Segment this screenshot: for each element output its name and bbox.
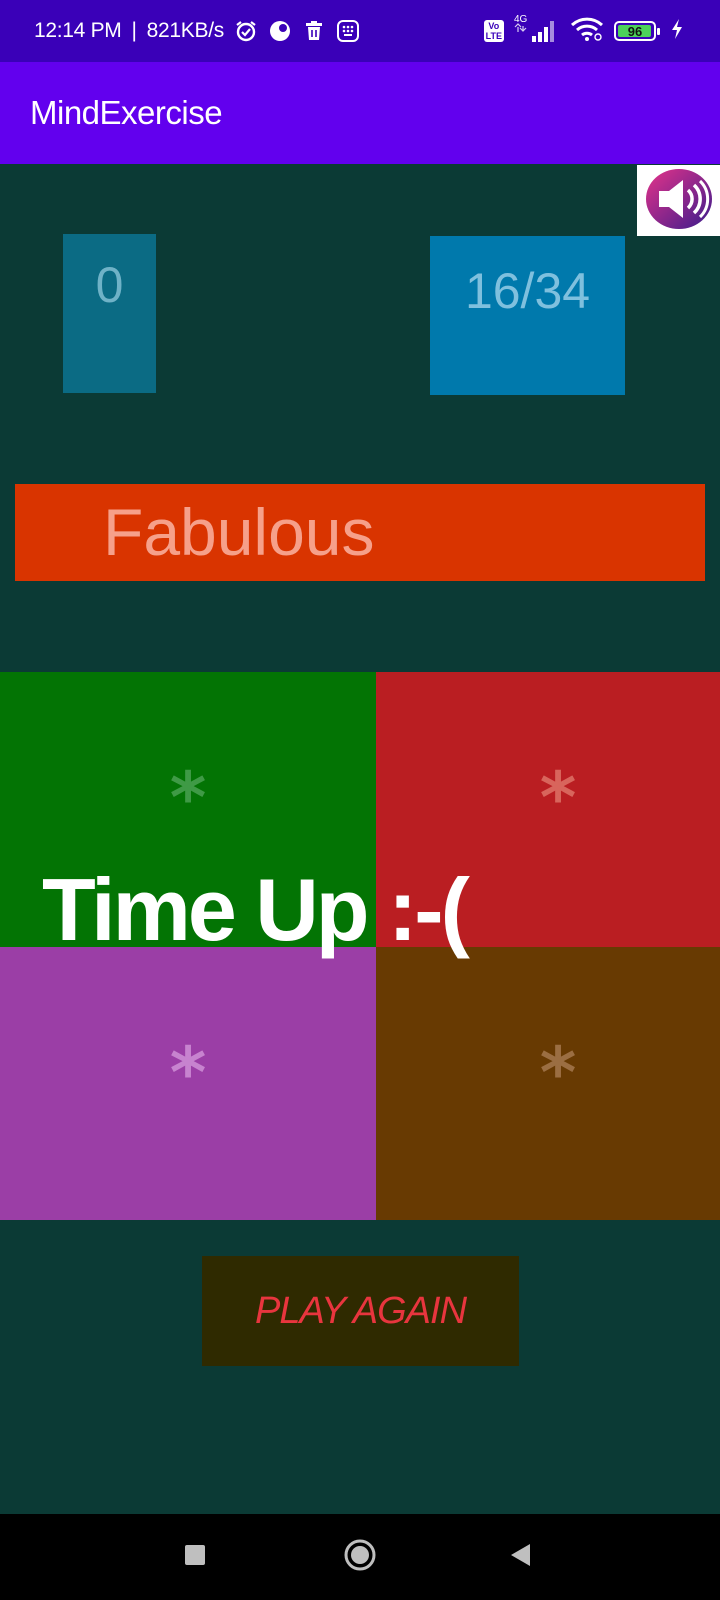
message-banner: Fabulous xyxy=(15,484,705,581)
progress-display: 16/34 xyxy=(430,236,625,395)
app-notification-icon xyxy=(268,19,292,43)
app-bar: MindExercise xyxy=(0,62,720,164)
recents-icon xyxy=(183,1543,207,1571)
recents-button[interactable] xyxy=(170,1514,220,1600)
signal-icon: 4G xyxy=(514,14,560,44)
app-title: MindExercise xyxy=(30,94,223,131)
trash-icon xyxy=(302,19,326,43)
wifi-icon xyxy=(570,17,604,45)
score-display: 0 xyxy=(63,234,156,393)
back-icon xyxy=(508,1542,532,1572)
battery-icon: 96 xyxy=(614,21,660,41)
status-separator: | xyxy=(131,19,137,42)
volte-icon: Vo LTE xyxy=(483,20,504,42)
charging-icon xyxy=(670,18,684,44)
tile-symbol: * xyxy=(539,757,577,839)
time-up-message: Time Up :-( xyxy=(42,860,470,959)
play-again-button[interactable]: PLAY AGAIN xyxy=(202,1256,519,1366)
tile-symbol: * xyxy=(169,1032,207,1114)
navigation-bar xyxy=(0,1514,720,1600)
home-icon xyxy=(343,1538,377,1576)
status-bar: 12:14 PM | 821KB/s Vo LTE 4G 96 xyxy=(0,0,720,62)
keypad-icon xyxy=(336,19,360,43)
speaker-icon xyxy=(645,168,713,234)
tile-symbol: * xyxy=(539,1032,577,1114)
status-time: 12:14 PM xyxy=(34,19,122,42)
game-tile-brown[interactable]: * xyxy=(376,947,720,1220)
status-left: 12:14 PM | 821KB/s xyxy=(34,0,360,62)
tile-symbol: * xyxy=(169,757,207,839)
sound-toggle-button[interactable] xyxy=(637,165,720,236)
status-right: Vo LTE 4G 96 xyxy=(483,0,684,62)
game-tile-purple[interactable]: * xyxy=(0,947,376,1220)
back-button[interactable] xyxy=(495,1514,545,1600)
alarm-icon xyxy=(234,19,258,43)
status-speed: 821KB/s xyxy=(146,19,225,42)
home-button[interactable] xyxy=(335,1514,385,1600)
battery-level: 96 xyxy=(627,23,643,39)
